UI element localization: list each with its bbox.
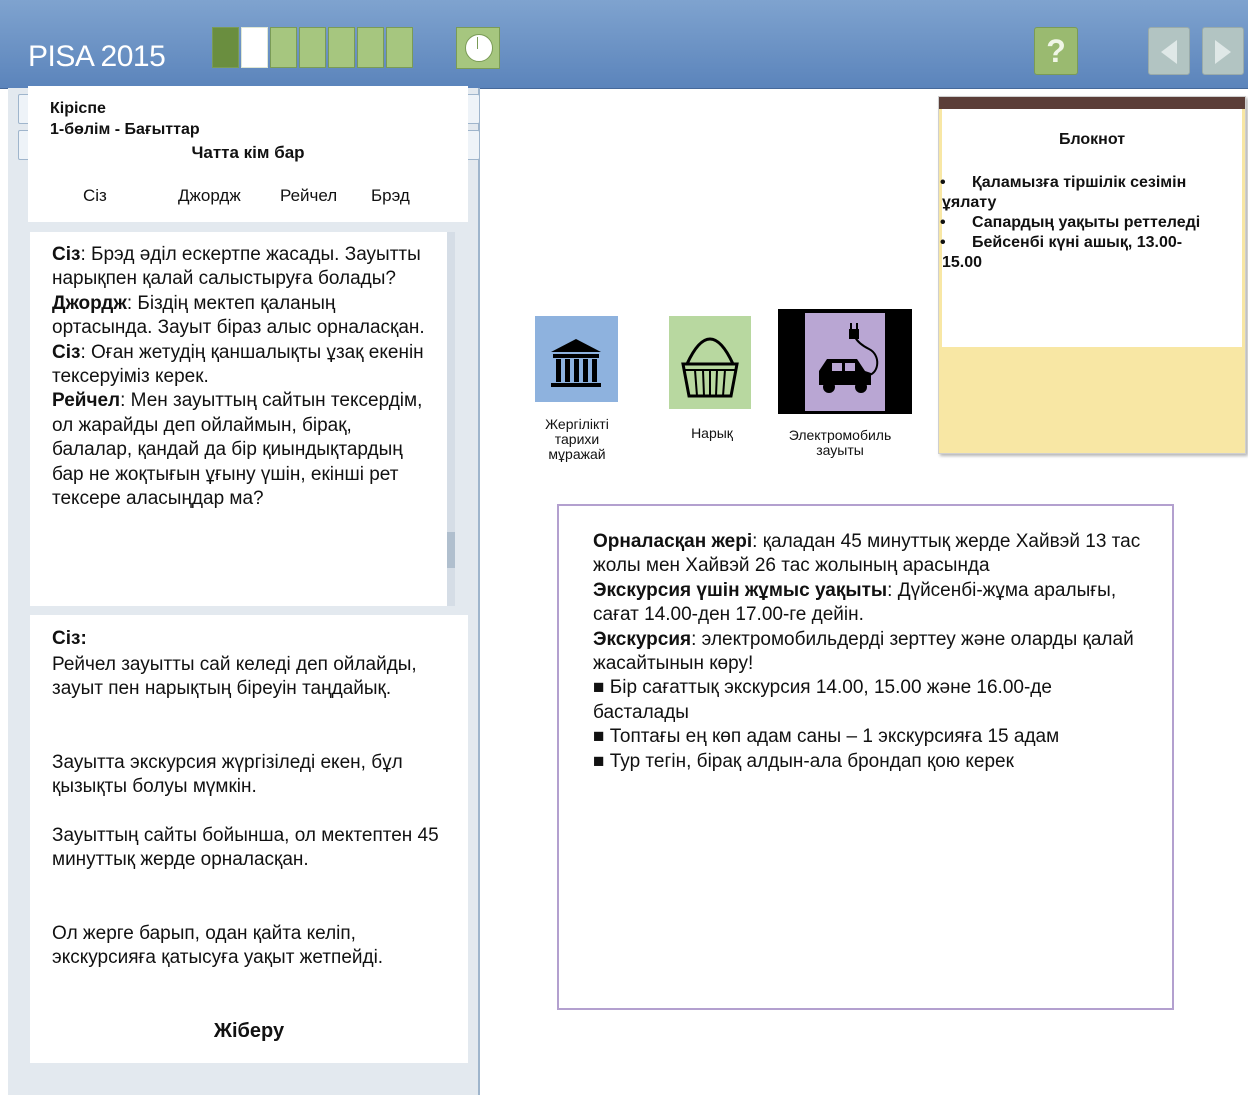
chat-header: Кіріспе 1-бөлім - Бағыттар Чатта кім бар… bbox=[28, 86, 468, 222]
factory-label: Электромобиль зауыты bbox=[788, 427, 892, 458]
info-tour: Экскурсия: электромобильдерді зерттеу жә… bbox=[593, 628, 1134, 675]
response-panel: Сіз: Рейчел зауытты сай келеді деп ойлай… bbox=[30, 615, 468, 1063]
participant-you: Сіз bbox=[83, 186, 107, 205]
progress-segment bbox=[299, 27, 326, 68]
progress-segment bbox=[357, 27, 384, 68]
participant-george: Джордж bbox=[178, 186, 241, 205]
progress-segment bbox=[386, 27, 413, 68]
app-title: PISA 2015 bbox=[28, 40, 166, 73]
breadcrumb-intro: Кіріспе bbox=[50, 100, 106, 117]
notepad-item: • Бейсенбі күні ашық, 13.00-15.00 bbox=[940, 234, 1183, 271]
response-option[interactable]: Ол жерге барып, одан қайта келіп, экскур… bbox=[52, 922, 458, 971]
chat-message: Сіз: Брэд әділ ескертпе жасады. Зауытты … bbox=[30, 232, 432, 292]
response-option[interactable]: Рейчел зауытты сай келеді деп ойлайды, з… bbox=[52, 653, 458, 702]
market-button[interactable] bbox=[669, 316, 751, 409]
participant-rachel: Рейчел bbox=[280, 186, 338, 205]
response-speaker: Сіз: bbox=[52, 628, 87, 649]
message-speaker: Сіз bbox=[52, 341, 81, 363]
message-speaker: Рейчел bbox=[52, 390, 121, 412]
progress-segment-current bbox=[241, 27, 268, 68]
help-button[interactable]: ? bbox=[1034, 27, 1078, 75]
notepad-item: • Сапардың уақыты реттеледі bbox=[940, 214, 1201, 231]
basket-icon bbox=[681, 337, 739, 398]
notepad: Блокнот • Қаламызға тіршілік сезімін ұяла… bbox=[938, 96, 1246, 454]
progress-segment bbox=[328, 27, 355, 68]
arrow-left-icon bbox=[1161, 40, 1177, 64]
participant-brad: Брэд bbox=[371, 186, 410, 205]
clock-icon bbox=[465, 34, 493, 62]
info-location: Орналасқан жері: қаладан 45 минуттық жер… bbox=[593, 531, 1141, 577]
info-bullet: ■ Топтағы ең көп адам саны – 1 экскурсия… bbox=[593, 726, 1060, 748]
breadcrumb-section: 1-бөлім - Бағыттар bbox=[50, 121, 200, 138]
response-option[interactable]: Зауыттың сайты бойынша, ол мектептен 45 … bbox=[52, 824, 458, 873]
message-speaker: Сіз bbox=[52, 244, 81, 265]
participants-title: Чатта кім бар bbox=[191, 143, 305, 162]
factory-info-text: Орналасқан жері: қаладан 45 минуттық жер… bbox=[593, 530, 1143, 774]
next-button[interactable] bbox=[1202, 27, 1244, 75]
chat-message: Джордж: Біздің мектеп қаланың ортасында.… bbox=[30, 292, 432, 341]
info-bullet: ■ Бір сағаттық экскурсия 14.00, 15.00 жә… bbox=[593, 677, 1052, 723]
museum-button[interactable] bbox=[535, 316, 618, 402]
arrow-right-icon bbox=[1215, 40, 1231, 64]
timer-button[interactable] bbox=[456, 27, 500, 69]
electric-car-icon bbox=[819, 323, 879, 393]
chat-message: Сіз: Оған жетудің қаншалықты ұзақ екенін… bbox=[30, 341, 432, 390]
send-button[interactable]: Жіберу bbox=[30, 1020, 468, 1043]
info-hours: Экскурсия үшін жұмыс уақыты: Дүйсенбі-жұ… bbox=[593, 579, 1117, 626]
message-text: : Брэд әділ ескертпе жасады. Зауытты нар… bbox=[52, 244, 421, 290]
notepad-title: Блокнот bbox=[1058, 131, 1126, 148]
market-label: Нарық bbox=[691, 425, 733, 441]
museum-icon bbox=[551, 339, 601, 387]
chat-message: Рейчел: Мен зауыттың сайтын тексердім, о… bbox=[30, 389, 432, 511]
info-bullet: ■ Тур тегін, бірақ алдын-ала брондап қою… bbox=[593, 750, 1014, 772]
progress-segment bbox=[270, 27, 297, 68]
scrollbar-thumb[interactable] bbox=[447, 532, 455, 568]
progress-segment bbox=[212, 27, 239, 68]
factory-info-box: Орналасқан жері: қаладан 45 минуттық жер… bbox=[557, 504, 1174, 1010]
progress-bar bbox=[212, 27, 415, 68]
message-speaker: Джордж bbox=[52, 292, 127, 314]
museum-label: Жергілікті тарихи мұражай bbox=[545, 416, 609, 462]
notepad-list: • Қаламызға тіршілік сезімін ұялату • Сапа… bbox=[940, 173, 1212, 273]
message-text: : Оған жетудің қаншалықты ұзақ екенін те… bbox=[52, 341, 424, 388]
chat-scrollbar[interactable] bbox=[447, 232, 455, 606]
response-option[interactable]: Зауытта экскурсия жүргізіледі екен, бұл … bbox=[52, 751, 458, 800]
top-toolbar: PISA 2015 ? bbox=[0, 0, 1248, 89]
chat-log: Сіз: Брэд әділ ескертпе жасады. Зауытты … bbox=[30, 232, 447, 606]
notepad-item: • Қаламызға тіршілік сезімін ұялату bbox=[940, 174, 1187, 211]
factory-button[interactable] bbox=[778, 309, 912, 414]
back-button[interactable] bbox=[1148, 27, 1190, 75]
